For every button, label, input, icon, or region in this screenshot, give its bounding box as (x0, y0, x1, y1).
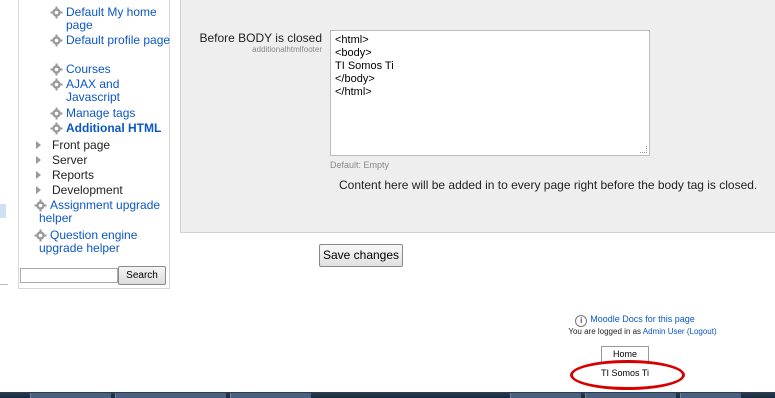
textarea-line: TI Somos Ti (335, 60, 394, 72)
gear-icon (50, 78, 63, 91)
sidebar-node-label: Reports (52, 168, 95, 182)
taskbar-item[interactable] (680, 393, 741, 398)
setting-label: Before BODY is closed (199, 31, 322, 45)
annotation-circle (570, 360, 685, 390)
additional-html-footer-textarea[interactable]: <html> <body> TI Somos Ti </body> </html… (330, 30, 650, 156)
sidebar-item-label: Question engine upgrade helper (39, 228, 138, 255)
setting-default: Default: Empty (330, 160, 390, 170)
gear-icon (50, 34, 63, 47)
login-prefix: You are logged in as (568, 327, 642, 336)
edge-divider (0, 284, 8, 285)
textarea-line: </body> (335, 73, 375, 85)
taskbar-item[interactable] (585, 393, 676, 398)
logout-link[interactable]: (Logout) (687, 327, 717, 336)
sidebar-item-label: Additional HTML (66, 121, 162, 135)
expand-arrow-icon (36, 186, 41, 194)
docs-link-label: Moodle Docs for this page (590, 314, 695, 324)
textarea-line: <body> (335, 47, 372, 59)
search-button[interactable]: Search (118, 266, 166, 285)
user-link[interactable]: Admin User (643, 327, 685, 336)
gear-icon (50, 6, 63, 19)
edge-fragment (0, 204, 6, 218)
gear-icon (50, 107, 63, 120)
sidebar-node-label: Front page (52, 138, 111, 152)
info-icon: i (575, 315, 588, 327)
docs-link[interactable]: i Moodle Docs for this page (520, 314, 750, 327)
expand-arrow-icon (36, 156, 41, 164)
expand-arrow-icon (36, 171, 41, 179)
sidebar-item-label: Default profile page (66, 33, 171, 47)
sidebar-node-label: Server (52, 153, 88, 167)
sidebar-node-label: Development (52, 183, 123, 197)
taskbar-item[interactable] (115, 393, 226, 398)
textarea-line: </html> (335, 86, 372, 98)
sidebar-item-label: AJAX and Javascript (66, 77, 121, 104)
gear-icon (50, 122, 63, 135)
sidebar-item-label: Courses (66, 62, 111, 76)
sidebar-item-label: Assignment upgrade helper (39, 198, 161, 225)
save-changes-button[interactable]: Save changes (319, 244, 403, 267)
setting-description: Content here will be added in to every p… (339, 178, 758, 192)
taskbar-item[interactable] (30, 393, 111, 398)
sidebar-item-label: Manage tags (66, 106, 136, 120)
gear-icon (50, 63, 63, 76)
resize-handle[interactable] (640, 146, 647, 153)
admin-search-input[interactable] (20, 268, 118, 283)
sidebar-item-label: Default My home page (66, 5, 157, 32)
taskbar-item[interactable] (510, 393, 581, 398)
login-info: You are logged in as Admin User (Logout) (520, 327, 765, 336)
setting-name: additionalhtmlfooter (252, 45, 322, 54)
expand-arrow-icon (36, 141, 41, 149)
textarea-line: <html> (335, 34, 369, 46)
taskbar-item[interactable] (230, 393, 311, 398)
